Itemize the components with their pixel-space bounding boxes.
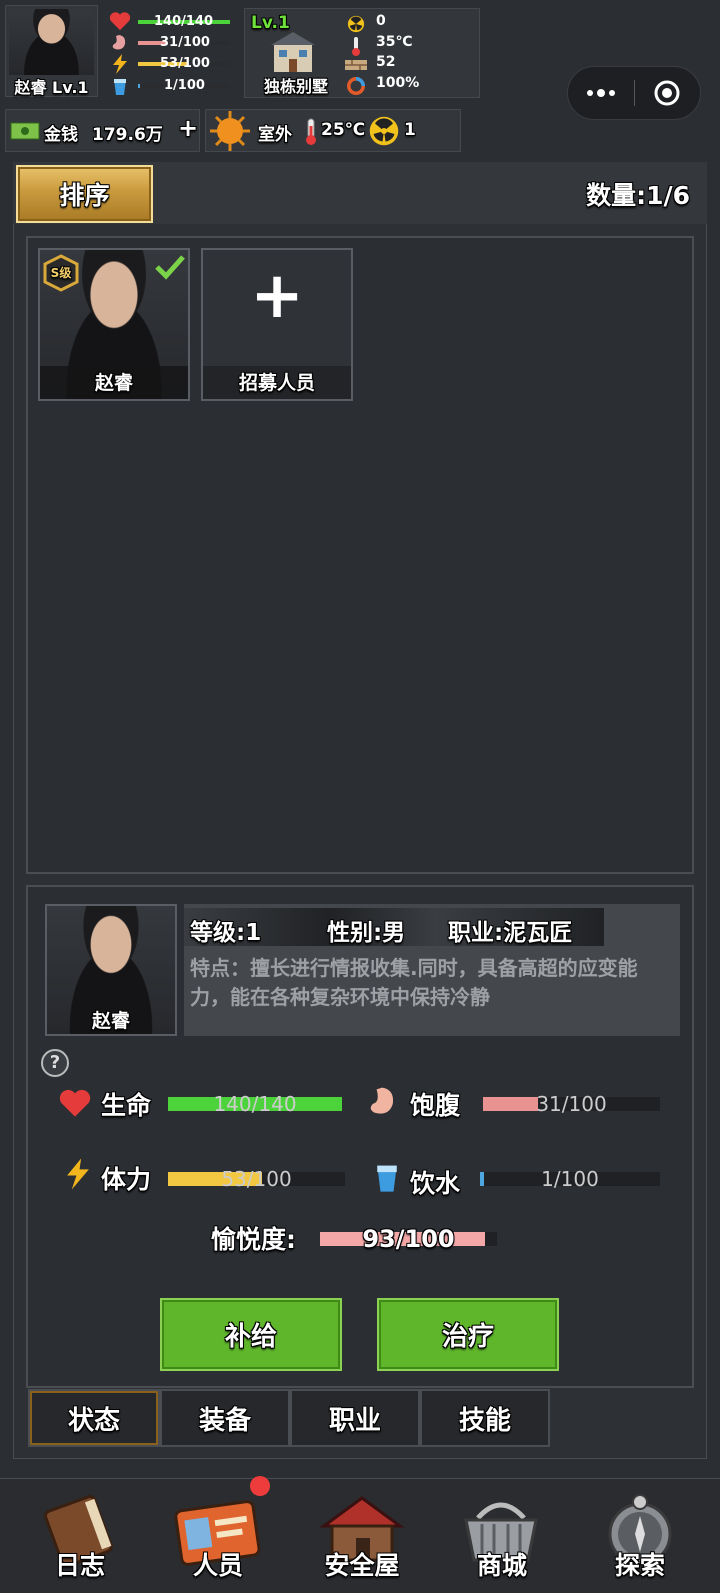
player-energy-value: 53/100: [160, 56, 210, 71]
detail-level: 等级:1: [190, 920, 262, 946]
water-label: 饮水: [410, 1169, 461, 1198]
energy-label: 体力: [101, 1165, 152, 1194]
radiation-icon: [369, 116, 399, 146]
checkmark-icon: [155, 255, 185, 280]
water-cup-icon: [377, 1165, 397, 1192]
nav-label: 安全屋: [324, 1551, 400, 1580]
roster-count: 数量:1/6: [586, 181, 690, 210]
player-hp-value: 140/140: [154, 14, 214, 29]
lightning-icon: [113, 54, 127, 74]
cash-icon: [10, 122, 40, 140]
nav-explore[interactable]: 探索: [590, 1490, 690, 1590]
recruit-card[interactable]: + 招募人员: [201, 248, 353, 401]
notification-dot: [250, 1476, 270, 1496]
heart-icon: [109, 12, 131, 31]
environment-panel: 室外 25℃ 1: [205, 109, 461, 152]
heart-icon: [59, 1089, 91, 1117]
durability-pie-icon: [347, 77, 365, 95]
detail-portrait: 赵睿: [45, 904, 177, 1036]
shelter-radiation: 0: [376, 13, 386, 29]
nav-safehouse[interactable]: 安全屋: [308, 1490, 416, 1590]
outside-radiation: 1: [404, 120, 416, 140]
shelter-name: 独栋别墅: [263, 77, 328, 96]
detail-gender: 性别:男: [327, 920, 406, 946]
miniprogram-capsule: [567, 66, 701, 120]
energy-bar: 53/100: [168, 1167, 345, 1191]
hp-value: 140/140: [213, 1092, 297, 1116]
sort-button[interactable]: 排序: [16, 165, 153, 223]
water-bar: 1/100: [480, 1167, 660, 1191]
money-value: 179.6万: [92, 125, 163, 145]
card-name: 赵睿: [94, 372, 133, 394]
mood-label: 愉悦度:: [211, 1225, 296, 1254]
hp-label: 生命: [101, 1091, 152, 1120]
nav-label: 日志: [54, 1551, 105, 1580]
thermometer-icon: [306, 118, 316, 145]
outside-temperature: 25℃: [321, 120, 366, 140]
tab-equipment[interactable]: 装备: [160, 1389, 290, 1447]
house-icon: [271, 32, 315, 72]
player-water-value: 1/100: [164, 78, 205, 93]
stomach-icon: [112, 35, 126, 50]
more-dots-icon: [587, 89, 615, 97]
food-value: 31/100: [536, 1092, 607, 1116]
nav-personnel[interactable]: 人员: [168, 1476, 270, 1590]
shelter-panel[interactable]: Lv.1 独栋别墅 0 35℃ 52 100%: [244, 8, 480, 98]
shelter-durability: 100%: [376, 75, 420, 91]
roster-card[interactable]: S级 赵睿: [38, 248, 190, 401]
plus-icon: +: [250, 259, 304, 333]
player-avatar: [9, 9, 94, 75]
nav-shop[interactable]: 商城: [452, 1490, 552, 1590]
more-menu-button[interactable]: [568, 67, 634, 119]
help-button[interactable]: ?: [41, 1049, 69, 1077]
detail-trait: 特点：擅长进行情报收集.同时，具备高超的应变能力，能在各种复杂环境中保持冷静: [190, 956, 638, 1009]
recruit-label: 招募人员: [238, 372, 315, 394]
bricks-icon: [345, 60, 367, 70]
food-bar: 31/100: [483, 1092, 660, 1116]
player-vitals: 140/140 31/100 53/100 1/100: [106, 8, 236, 98]
water-value: 1/100: [541, 1167, 599, 1191]
hp-bar: 140/140: [168, 1092, 342, 1116]
location-label: 室外: [258, 125, 292, 145]
mood-value: 93/100: [362, 1225, 455, 1253]
grade-badge-text: S级: [50, 266, 72, 280]
money-label: 金钱: [44, 125, 78, 145]
heal-button[interactable]: 治疗: [377, 1298, 559, 1371]
add-money-button[interactable]: +: [178, 114, 198, 142]
food-label: 饱腹: [410, 1091, 461, 1120]
sun-icon: [210, 111, 250, 151]
supply-button[interactable]: 补给: [160, 1298, 342, 1371]
player-name-level: 赵睿 Lv.1: [14, 78, 89, 97]
thermometer-icon: [352, 37, 360, 56]
detail-job: 职业:泥瓦匠: [448, 920, 573, 946]
nav-label: 人员: [192, 1551, 243, 1580]
shelter-defense: 52: [376, 54, 396, 70]
nav-label: 探索: [614, 1551, 665, 1580]
player-portrait-box[interactable]: 赵睿 Lv.1: [5, 5, 98, 97]
player-food-value: 31/100: [160, 35, 210, 50]
close-miniprogram-button[interactable]: [635, 67, 701, 119]
stomach-icon: [370, 1087, 394, 1114]
nav-log[interactable]: 日志: [30, 1490, 130, 1590]
target-circle-icon: [654, 80, 680, 106]
detail-name: 赵睿: [91, 1010, 130, 1032]
money-panel[interactable]: 金钱 179.6万 +: [5, 109, 200, 152]
energy-value: 53/100: [221, 1167, 292, 1191]
tab-skills[interactable]: 技能: [420, 1389, 550, 1447]
tab-status[interactable]: 状态: [28, 1389, 160, 1447]
tab-job[interactable]: 职业: [290, 1389, 420, 1447]
mood-bar: 93/100: [320, 1225, 497, 1253]
lightning-icon: [67, 1158, 89, 1190]
water-cup-icon: [114, 79, 126, 95]
nav-label: 商城: [476, 1551, 527, 1580]
shelter-temperature: 35℃: [376, 34, 413, 50]
radiation-icon: [347, 15, 365, 33]
